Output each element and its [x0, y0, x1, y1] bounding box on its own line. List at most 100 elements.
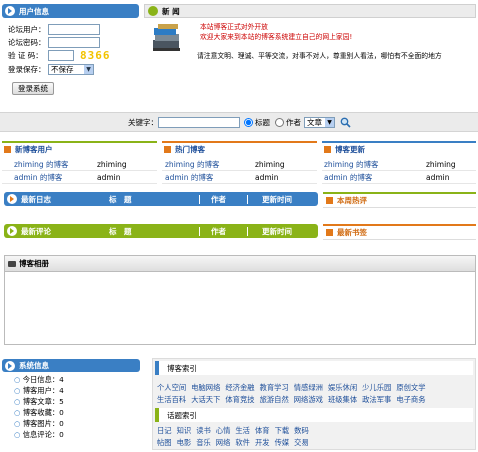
- topic-link[interactable]: 开发: [255, 438, 270, 447]
- search-icon[interactable]: [340, 117, 351, 128]
- orange-square-icon: [326, 229, 333, 236]
- topic-link[interactable]: 读书: [196, 426, 211, 435]
- blog-link[interactable]: zhiming 的博客: [322, 159, 426, 170]
- list-item: zhiming 的博客 zhiming: [162, 158, 317, 171]
- camera-icon: [8, 260, 16, 267]
- topic-index-row-1: 日记 知识 读书 心情 生活 体育 下载 数码: [157, 425, 314, 437]
- topic-link[interactable]: 软件: [235, 438, 250, 447]
- category-link[interactable]: 教育学习: [260, 383, 289, 392]
- index-panel: 博客索引 个人空间 电脑网络 经济金融 教育学习 情感绿洲 娱乐休闲 少儿乐园 原创文学 生活…: [152, 358, 476, 450]
- topic-link[interactable]: 交易: [294, 438, 309, 447]
- topic-link[interactable]: 知识: [177, 426, 192, 435]
- weekly-hot-header: 本周热评: [323, 192, 476, 208]
- blog-user: zhiming: [97, 159, 127, 169]
- news-header: 新 闻: [144, 4, 476, 18]
- captcha-input[interactable]: [48, 50, 74, 61]
- news-line-3[interactable]: 请注意文明、理诚、平等交流，对事不对人，尊重别人看法，哪怕有不全面的地方: [197, 52, 476, 62]
- category-link[interactable]: 班级集体: [328, 395, 357, 404]
- topic-index-title: 话题索引: [167, 410, 197, 420]
- blog-index-header: 博客索引: [155, 361, 473, 375]
- password-input[interactable]: [48, 37, 100, 48]
- blog-link[interactable]: admin 的博客: [162, 172, 255, 183]
- system-title: 系统信息: [19, 361, 49, 370]
- hot-blogs-header: 热门博客: [162, 141, 317, 155]
- topic-link[interactable]: 体育: [255, 426, 270, 435]
- radio-author[interactable]: [275, 117, 284, 127]
- chevron-down-icon: ▼: [84, 64, 93, 74]
- username-input[interactable]: [48, 24, 100, 35]
- topic-link[interactable]: 电影: [177, 438, 192, 447]
- category-link[interactable]: 体育竞技: [225, 395, 254, 404]
- category-link[interactable]: 原创文学: [396, 383, 425, 392]
- latest-posts-header: 最新日志 标 题 作者 更新时间: [4, 192, 318, 206]
- category-link[interactable]: 旅游自然: [260, 395, 289, 404]
- news-body: 本站博客正式对外开放 欢迎大家来到本站的博客系统建立自己的网上家园! 请注意文明…: [197, 23, 476, 62]
- news-line-2[interactable]: 欢迎大家来到本站的博客系统建立自己的网上家园!: [200, 33, 476, 43]
- username-label: 论坛用户：: [8, 25, 46, 34]
- column-author: 作者: [211, 226, 226, 236]
- blog-link[interactable]: zhiming 的博客: [2, 159, 97, 170]
- arrow-icon: [5, 6, 15, 16]
- list-item: ○ 博客图片：0: [14, 419, 64, 429]
- login-button[interactable]: 登录系统: [12, 82, 54, 95]
- column-time: 更新时间: [262, 226, 292, 236]
- category-link[interactable]: 政法军事: [362, 395, 391, 404]
- news-line-1[interactable]: 本站博客正式对外开放: [200, 23, 476, 33]
- login-panel: 论坛用户： 论坛密码： 验 证 码： 8366 登录保存： 不保存 ▼ 登录系统: [8, 23, 133, 95]
- bookmarks-header: 最新书签: [323, 224, 476, 240]
- topic-link[interactable]: 数码: [294, 426, 309, 435]
- blog-link[interactable]: zhiming 的博客: [162, 159, 255, 170]
- category-link[interactable]: 个人空间: [157, 383, 186, 392]
- list-item: ○ 博客用户：4: [14, 386, 64, 396]
- news-title: 新 闻: [162, 6, 180, 16]
- topic-link[interactable]: 心情: [216, 426, 231, 435]
- topic-link[interactable]: 传媒: [275, 438, 290, 447]
- column-separator: [199, 194, 200, 204]
- radio-title[interactable]: [244, 117, 253, 127]
- category-link[interactable]: 经济金融: [225, 383, 254, 392]
- column-author: 作者: [211, 194, 226, 204]
- password-label: 论坛密码：: [8, 38, 46, 47]
- topic-link[interactable]: 日记: [157, 426, 172, 435]
- save-select[interactable]: 不保存 ▼: [48, 63, 94, 75]
- category-link[interactable]: 娱乐休闲: [328, 383, 357, 392]
- arrow-icon: [5, 360, 15, 371]
- list-item: zhiming 的博客 zhiming: [322, 158, 476, 171]
- search-type-select[interactable]: 文章 ▼: [304, 116, 335, 128]
- orange-square-icon: [324, 145, 331, 153]
- updated-blogs-header: 博客更新: [322, 141, 476, 155]
- topic-link[interactable]: 生活: [235, 426, 250, 435]
- updated-blogs-panel: 博客更新 zhiming 的博客 zhiming admin 的博客 admin: [322, 141, 476, 184]
- list-item: admin 的博客 admin: [162, 171, 317, 184]
- category-link[interactable]: 大话天下: [191, 395, 220, 404]
- topic-link[interactable]: 下载: [275, 426, 290, 435]
- topic-index-row-2: 帖图 电影 音乐 网络 软件 开发 传媒 交易: [157, 437, 314, 449]
- category-link[interactable]: 电子商务: [396, 395, 425, 404]
- hot-blogs-title: 热门博客: [175, 144, 205, 154]
- keyword-label: 关键字：: [128, 117, 158, 127]
- topic-link[interactable]: 网络: [216, 438, 231, 447]
- blog-link[interactable]: admin 的博客: [322, 172, 426, 183]
- updated-blogs-title: 博客更新: [335, 144, 365, 154]
- category-link[interactable]: 电脑网络: [191, 383, 220, 392]
- category-link[interactable]: 网络游戏: [294, 395, 323, 404]
- orange-square-icon: [4, 145, 11, 153]
- blog-link[interactable]: admin 的博客: [2, 172, 97, 183]
- blog-user: zhiming: [426, 159, 456, 169]
- category-link[interactable]: 生活百科: [157, 395, 186, 404]
- bookmarks-title: 最新书签: [337, 228, 367, 237]
- topic-link[interactable]: 音乐: [196, 438, 211, 447]
- search-input[interactable]: [158, 116, 240, 128]
- blog-index-row-2: 生活百科 大话天下 体育竞技 旅游自然 网络游戏 班级集体 政法军事 电子商务: [157, 394, 431, 406]
- category-link[interactable]: 少儿乐园: [362, 383, 391, 392]
- blog-user: admin: [97, 172, 121, 182]
- save-label: 登录保存：: [8, 64, 46, 74]
- column-title: 标 题: [109, 226, 132, 236]
- captcha-image: 8366: [80, 49, 111, 62]
- blog-index-title: 博客索引: [167, 363, 197, 373]
- list-item: admin 的博客 admin: [322, 171, 476, 184]
- category-link[interactable]: 情感绿洲: [294, 383, 323, 392]
- chevron-down-icon: ▼: [325, 117, 334, 127]
- list-item: admin 的博客 admin: [2, 171, 157, 184]
- topic-link[interactable]: 帖图: [157, 438, 172, 447]
